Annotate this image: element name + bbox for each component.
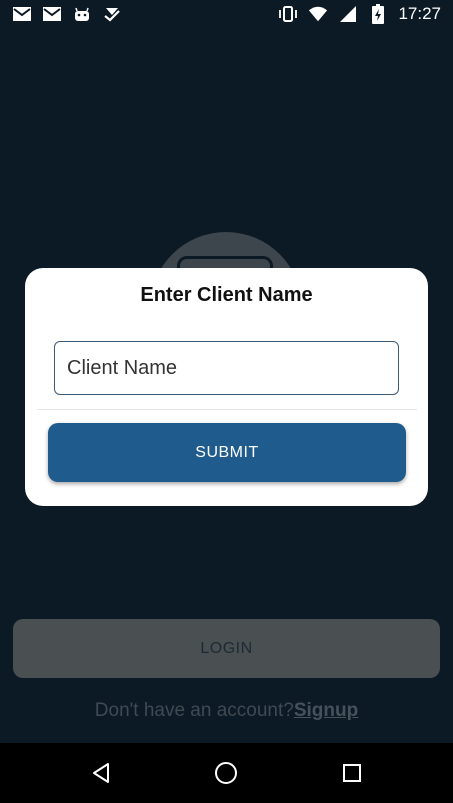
signup-row: Don't have an account?Signup — [0, 700, 453, 722]
download-check-icon — [102, 5, 122, 23]
signup-link[interactable]: Signup — [294, 700, 358, 721]
home-icon[interactable] — [213, 760, 239, 786]
system-icons: 17:27 — [278, 4, 441, 24]
status-time: 17:27 — [398, 4, 441, 23]
status-bar: 17:27 — [0, 0, 453, 30]
vibrate-icon — [278, 5, 298, 23]
signup-prompt: Don't have an account? — [94, 700, 294, 721]
navigation-bar — [0, 743, 453, 803]
login-button[interactable]: LOGIN — [13, 619, 440, 678]
notification-icons — [12, 5, 122, 23]
dialog-title: Enter Client Name — [140, 284, 313, 306]
android-icon — [72, 5, 92, 23]
submit-button[interactable]: SUBMIT — [48, 423, 406, 482]
recents-icon[interactable] — [339, 760, 365, 786]
client-name-dialog: Enter Client Name SUBMIT — [25, 268, 428, 506]
client-name-input[interactable] — [54, 341, 399, 395]
signal-icon — [338, 5, 358, 23]
mail-icon — [42, 5, 62, 23]
battery-icon — [368, 4, 388, 24]
back-icon[interactable] — [88, 760, 114, 786]
mail-icon — [12, 5, 32, 23]
divider — [37, 409, 417, 410]
wifi-icon — [308, 5, 328, 23]
